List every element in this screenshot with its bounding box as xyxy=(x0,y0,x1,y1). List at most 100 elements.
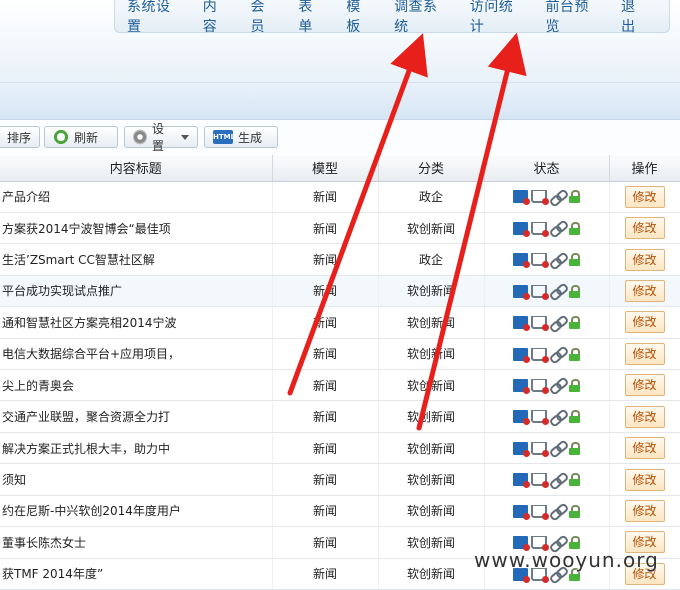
lock-status-icon[interactable] xyxy=(569,410,580,424)
lock-status-icon[interactable] xyxy=(569,316,580,330)
link-status-icon[interactable] xyxy=(550,410,566,424)
edit-button[interactable]: 修改 xyxy=(624,311,665,334)
link-status-icon[interactable] xyxy=(550,441,566,455)
edit-button[interactable]: 修改 xyxy=(624,248,665,271)
row-title[interactable]: 董事长陈杰女士 xyxy=(0,526,273,559)
lock-status-icon[interactable] xyxy=(569,347,580,361)
edit-button[interactable]: 修改 xyxy=(624,374,665,397)
refresh-button[interactable]: 刷新 xyxy=(44,126,118,148)
html-status-icon[interactable] xyxy=(513,253,530,269)
table-row[interactable]: 须知 新闻 软创新闻 修改 xyxy=(0,463,680,496)
lock-status-icon[interactable] xyxy=(569,378,580,392)
row-title[interactable]: 通和智慧社区方案亮相2014宁波 xyxy=(0,306,273,339)
html-status-icon[interactable] xyxy=(513,284,530,300)
nav-item-survey[interactable]: 调查系统 xyxy=(394,0,450,36)
sort-button[interactable]: 排序 xyxy=(0,126,40,148)
html-status-icon[interactable] xyxy=(513,190,530,206)
table-row[interactable]: 平台成功实现试点推广 新闻 软创新闻 修改 xyxy=(0,275,680,308)
cart-status-icon[interactable] xyxy=(531,347,549,363)
row-title[interactable]: 生活’ZSmart CC智慧社区解 xyxy=(0,243,273,276)
cart-status-icon[interactable] xyxy=(531,410,549,426)
nav-item-forms[interactable]: 表单 xyxy=(298,0,326,36)
cart-status-icon[interactable] xyxy=(531,253,549,269)
nav-item-content[interactable]: 内容 xyxy=(203,0,231,36)
edit-button[interactable]: 修改 xyxy=(624,279,665,302)
row-status xyxy=(484,306,610,339)
col-header-model[interactable]: 模型 xyxy=(272,155,379,182)
generate-button[interactable]: HTML 生成 xyxy=(204,126,278,148)
cart-status-icon[interactable] xyxy=(531,473,549,489)
lock-status-icon[interactable] xyxy=(569,190,580,204)
edit-button[interactable]: 修改 xyxy=(624,405,665,428)
edit-button[interactable]: 修改 xyxy=(624,468,665,491)
html-status-icon[interactable] xyxy=(513,410,530,426)
col-header-title[interactable]: 内容标题 xyxy=(0,155,273,182)
edit-button[interactable]: 修改 xyxy=(624,185,665,208)
lock-status-icon[interactable] xyxy=(569,504,580,518)
col-header-actions[interactable]: 操作 xyxy=(609,155,680,182)
table-row[interactable]: 约在尼斯-中兴软创2014年度用户 新闻 软创新闻 修改 xyxy=(0,495,680,528)
row-title[interactable]: 获TMF 2014年度” xyxy=(0,558,273,590)
table-row[interactable]: 电信大数据综合平台+应用项目， 新闻 软创新闻 修改 xyxy=(0,338,680,371)
link-status-icon[interactable] xyxy=(550,284,566,298)
cart-status-icon[interactable] xyxy=(531,284,549,300)
edit-button[interactable]: 修改 xyxy=(624,217,665,240)
edit-button[interactable]: 修改 xyxy=(624,437,665,460)
lock-status-icon[interactable] xyxy=(569,221,580,235)
link-status-icon[interactable] xyxy=(550,253,566,267)
cart-status-icon[interactable] xyxy=(531,190,549,206)
lock-status-icon[interactable] xyxy=(569,253,580,267)
link-status-icon[interactable] xyxy=(550,378,566,392)
edit-button[interactable]: 修改 xyxy=(624,342,665,365)
cart-status-icon[interactable] xyxy=(531,504,549,520)
settings-button[interactable]: 设置 xyxy=(124,122,198,153)
table-row[interactable]: 产品介绍 新闻 政企 修改 xyxy=(0,181,680,213)
lock-status-icon[interactable] xyxy=(569,473,580,487)
col-header-category[interactable]: 分类 xyxy=(378,155,485,182)
link-status-icon[interactable] xyxy=(550,473,566,487)
table-row[interactable]: 方案获2014宁波智博会“最佳项 新闻 软创新闻 修改 xyxy=(0,212,680,245)
cart-status-icon[interactable] xyxy=(531,316,549,332)
nav-item-logout[interactable]: 退出 xyxy=(621,0,649,36)
link-status-icon[interactable] xyxy=(550,190,566,204)
row-title[interactable]: 电信大数据综合平台+应用项目， xyxy=(0,338,273,371)
nav-item-system-settings[interactable]: 系统设置 xyxy=(127,0,183,36)
nav-item-stats[interactable]: 访问统计 xyxy=(470,0,526,36)
lock-status-icon[interactable] xyxy=(569,441,580,455)
row-title[interactable]: 方案获2014宁波智博会“最佳项 xyxy=(0,212,273,245)
html-status-icon[interactable] xyxy=(513,473,530,489)
table-row[interactable]: 通和智慧社区方案亮相2014宁波 新闻 软创新闻 修改 xyxy=(0,306,680,339)
table-row[interactable]: 生活’ZSmart CC智慧社区解 新闻 政企 修改 xyxy=(0,243,680,276)
html-status-icon[interactable] xyxy=(513,347,530,363)
link-status-icon[interactable] xyxy=(550,347,566,361)
row-title[interactable]: 约在尼斯-中兴软创2014年度用户 xyxy=(0,495,273,528)
link-status-icon[interactable] xyxy=(550,504,566,518)
nav-item-templates[interactable]: 模板 xyxy=(346,0,374,36)
link-status-icon[interactable] xyxy=(550,221,566,235)
table-row[interactable]: 尖上的青奥会 新闻 软创新闻 修改 xyxy=(0,369,680,402)
link-status-icon[interactable] xyxy=(550,316,566,330)
nav-item-preview[interactable]: 前台预览 xyxy=(545,0,601,36)
content-table: 内容标题 模型 分类 状态 操作 产品介绍 新闻 政企 修改 方案获2014宁波智博会“… xyxy=(0,155,680,590)
cart-status-icon[interactable] xyxy=(531,441,549,457)
edit-button[interactable]: 修改 xyxy=(624,499,665,522)
html-status-icon[interactable] xyxy=(513,378,530,394)
html-status-icon[interactable] xyxy=(513,316,530,332)
html-status-icon[interactable] xyxy=(513,441,530,457)
nav-item-members[interactable]: 会员 xyxy=(251,0,279,36)
lock-status-icon[interactable] xyxy=(569,284,580,298)
table-row[interactable]: 解决方案正式扎根大丰，助力中 新闻 软创新闻 修改 xyxy=(0,432,680,465)
generate-button-label: 生成 xyxy=(238,130,263,145)
table-row[interactable]: 交通产业联盟，聚合资源全力打 新闻 软创新闻 修改 xyxy=(0,400,680,433)
row-title[interactable]: 须知 xyxy=(0,463,273,496)
cart-status-icon[interactable] xyxy=(531,221,549,237)
html-status-icon[interactable] xyxy=(513,221,530,237)
col-header-status[interactable]: 状态 xyxy=(484,155,610,182)
row-title[interactable]: 交通产业联盟，聚合资源全力打 xyxy=(0,400,273,433)
cart-status-icon[interactable] xyxy=(531,378,549,394)
row-title[interactable]: 产品介绍 xyxy=(0,181,273,213)
row-title[interactable]: 解决方案正式扎根大丰，助力中 xyxy=(0,432,273,465)
html-status-icon[interactable] xyxy=(513,504,530,520)
row-title[interactable]: 尖上的青奥会 xyxy=(0,369,273,402)
row-title[interactable]: 平台成功实现试点推广 xyxy=(0,275,273,308)
